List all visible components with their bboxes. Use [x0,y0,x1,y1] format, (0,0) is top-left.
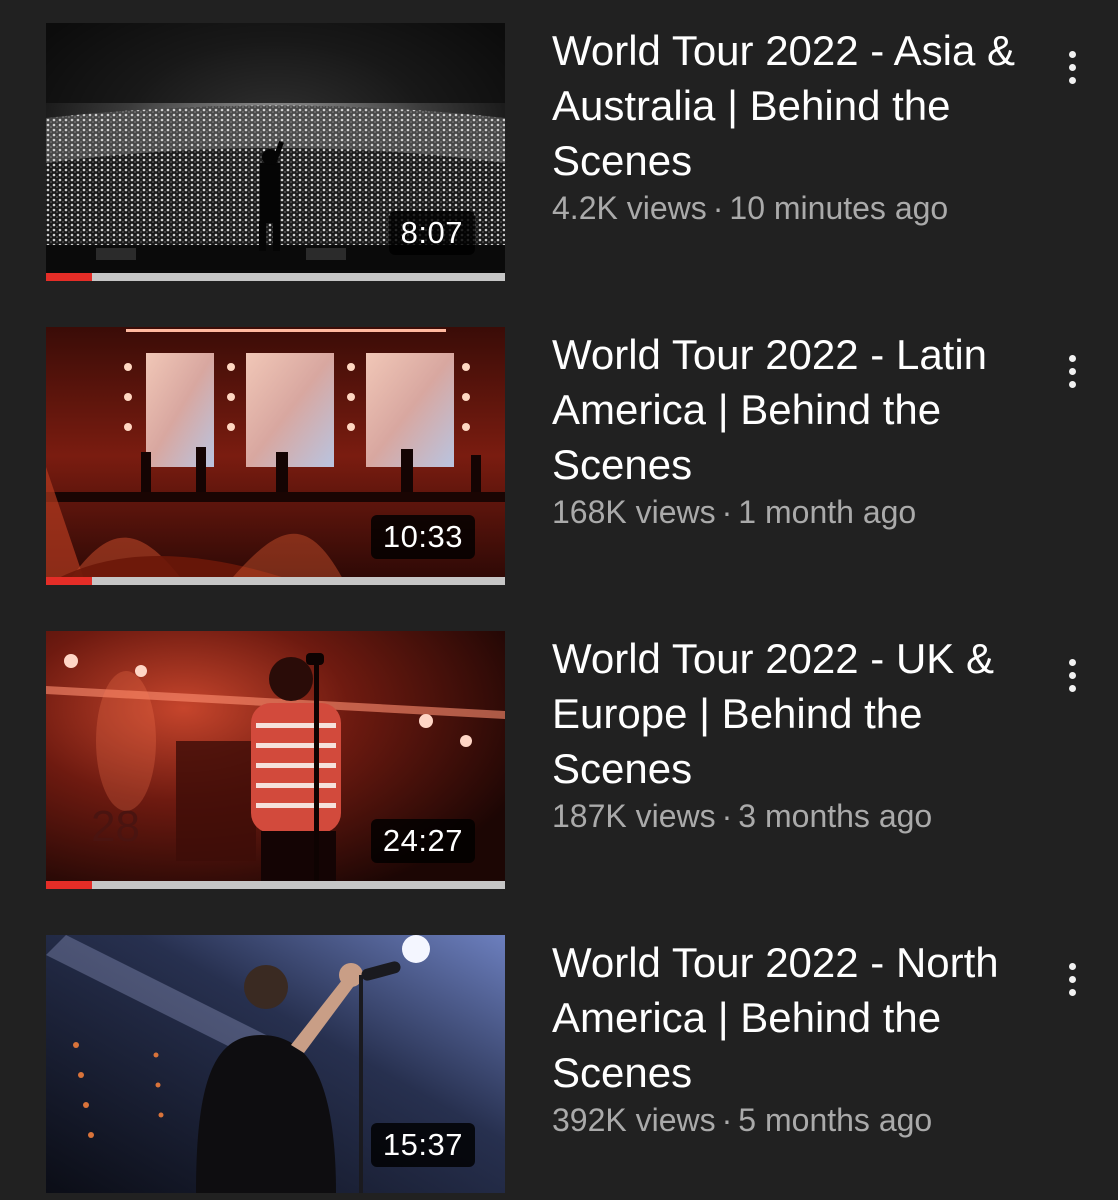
video-item[interactable]: 8:07 World Tour 2022 - Asia & Australia … [0,23,1118,285]
vertical-ellipsis-icon[interactable] [1052,949,1092,1009]
video-item[interactable]: 10:33 World Tour 2022 - Latin America | … [0,327,1118,589]
view-count: 4.2K views [552,190,707,226]
video-item[interactable]: 28 24:27 World Tour 2022 - UK & Europe |… [0,631,1118,893]
upload-age: 10 minutes ago [729,190,949,226]
video-duration: 10:33 [370,515,475,559]
video-thumbnail[interactable]: 28 24:27 [46,631,505,889]
watch-progress-bar [46,273,505,281]
upload-age: 5 months ago [738,1102,933,1138]
stats-separator: · [721,1102,733,1138]
stats-separator: · [721,798,733,834]
stats-separator: · [721,494,733,530]
video-meta: World Tour 2022 - North America | Behind… [552,935,1047,1140]
video-stats: 392K views · 5 months ago [552,1100,1047,1140]
svg-text:28: 28 [91,802,140,851]
video-stats: 4.2K views · 10 minutes ago [552,188,1047,228]
upload-age: 3 months ago [738,798,933,834]
stats-separator: · [712,190,724,226]
video-duration: 24:27 [370,819,475,863]
video-title[interactable]: World Tour 2022 - Latin America | Behind… [552,327,1047,492]
watch-progress-bar [46,577,505,585]
video-duration: 8:07 [388,211,475,255]
video-stats: 168K views · 1 month ago [552,492,1047,532]
video-duration: 15:37 [370,1123,475,1167]
video-thumbnail[interactable]: 15:37 [46,935,505,1193]
vertical-ellipsis-icon[interactable] [1052,37,1092,97]
vertical-ellipsis-icon[interactable] [1052,645,1092,705]
watch-progress-fill [46,273,92,281]
video-thumbnail[interactable]: 8:07 [46,23,505,281]
watch-progress-bar [46,881,505,889]
view-count: 168K views [552,494,716,530]
video-meta: World Tour 2022 - Asia & Australia | Beh… [552,23,1047,228]
video-list: 8:07 World Tour 2022 - Asia & Australia … [0,0,1118,1200]
video-thumbnail[interactable]: 10:33 [46,327,505,585]
video-title[interactable]: World Tour 2022 - UK & Europe | Behind t… [552,631,1047,796]
video-meta: World Tour 2022 - Latin America | Behind… [552,327,1047,532]
view-count: 392K views [552,1102,716,1138]
video-item[interactable]: 15:37 World Tour 2022 - North America | … [0,935,1118,1197]
watch-progress-fill [46,881,92,889]
vertical-ellipsis-icon[interactable] [1052,341,1092,401]
video-title[interactable]: World Tour 2022 - North America | Behind… [552,935,1047,1100]
video-stats: 187K views · 3 months ago [552,796,1047,836]
view-count: 187K views [552,798,716,834]
video-meta: World Tour 2022 - UK & Europe | Behind t… [552,631,1047,836]
watch-progress-fill [46,577,92,585]
video-title[interactable]: World Tour 2022 - Asia & Australia | Beh… [552,23,1047,188]
upload-age: 1 month ago [738,494,917,530]
